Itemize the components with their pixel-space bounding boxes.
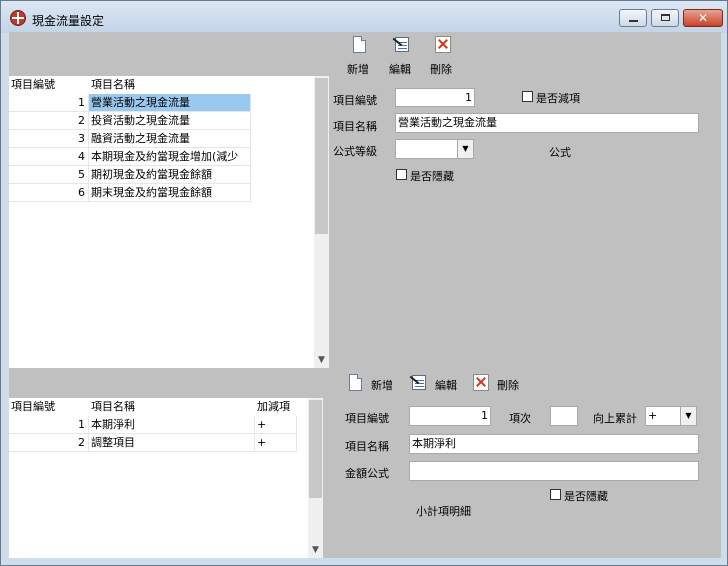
cell-no: 3 [9,130,89,148]
scroll-thumb[interactable] [315,78,328,234]
top-hidden-checkbox[interactable] [396,169,407,180]
top-delete-button[interactable]: 刪除 [427,34,457,76]
bottom-toolbar: 新增 編輯 刪除 [9,369,721,397]
client-area: 新增 編輯 刪除 項目編號 項目名稱 1 營業活動之現金流量 2 投資活動之現金… [9,32,721,558]
cell-name: 本期現金及約當現金增加(減少 [89,148,251,166]
top-subtract-label: 是否減項 [536,92,580,105]
bottom-grid-header-sign[interactable]: 加減項 [255,398,297,415]
amount-formula-label: 金額公式 [345,467,389,480]
cell-name: 營業活動之現金流量 [89,94,251,112]
bottom-delete-label: 刪除 [497,379,519,392]
window-title: 現金流量設定 [32,14,105,28]
delete-icon [435,36,451,53]
bottom-edit-label: 編輯 [435,379,457,392]
top-add-label: 新增 [347,63,369,76]
bottom-grid-header-name[interactable]: 項目名稱 [89,398,255,415]
bottom-detail-grid[interactable]: 項目編號 項目名稱 加減項 1 本期淨利 + 2 調整項目 + ▼ [9,398,323,558]
top-add-button[interactable]: 新增 [345,34,375,76]
minimize-icon [629,20,638,22]
cell-no: 4 [9,148,89,166]
cell-sign: + [255,416,297,434]
app-icon [10,10,26,26]
cell-name: 融資活動之現金流量 [89,130,251,148]
bottom-edit-button[interactable]: 編輯 [407,372,463,394]
delete-icon [473,374,489,391]
cell-sign: + [255,434,297,452]
maximize-icon [661,14,670,21]
cell-name: 本期淨利 [89,416,255,434]
bottom-hidden-checkbox[interactable] [550,489,561,500]
top-grid-scrollbar[interactable]: ▼ [314,76,329,368]
top-grid-header-name[interactable]: 項目名稱 [89,76,249,93]
cell-no: 1 [9,416,89,434]
formula-label: 公式 [549,146,571,159]
title-bar: 現金流量設定 ✕ [1,1,727,33]
close-icon: ✕ [697,11,709,25]
cumulative-value: + [648,409,658,422]
cell-name: 投資活動之現金流量 [89,112,251,130]
chevron-down-icon[interactable]: ▼ [457,140,473,158]
top-item-name-field[interactable]: 營業活動之現金流量 [395,113,699,133]
bottom-item-no-label: 項目編號 [345,412,389,425]
cumulative-label: 向上累計 [593,412,637,425]
cash-flow-settings-window: 現金流量設定 ✕ 新增 編輯 刪除 項目編號 項目名稱 1 營業活動之現金流量 … [0,0,728,566]
scroll-thumb[interactable] [309,400,322,498]
bottom-grid-header-no[interactable]: 項目編號 [9,398,89,415]
top-grid-header-no[interactable]: 項目編號 [9,76,89,93]
top-subtract-checkbox[interactable] [522,91,533,102]
cell-no: 2 [9,112,89,130]
maximize-button[interactable] [651,9,679,27]
close-button[interactable]: ✕ [683,9,723,27]
order-field[interactable] [550,406,578,426]
cell-no: 2 [9,434,89,452]
bottom-delete-button[interactable]: 刪除 [471,372,527,394]
cell-no: 1 [9,94,89,112]
top-edit-button[interactable]: 編輯 [386,34,416,76]
bottom-hidden-label: 是否隱藏 [564,490,608,503]
cell-name: 調整項目 [89,434,255,452]
new-document-icon [349,374,362,391]
cell-no: 6 [9,184,89,202]
bottom-add-label: 新增 [371,379,393,392]
top-hidden-label: 是否隱藏 [410,170,454,183]
order-label: 項次 [509,412,531,425]
formula-level-select[interactable]: ▼ [395,139,474,159]
bottom-item-no-field[interactable]: 1 [409,406,491,426]
edit-icon [392,35,410,53]
top-edit-label: 編輯 [389,63,411,76]
top-item-no-field[interactable]: 1 [395,88,475,107]
top-item-name-label: 項目名稱 [333,120,377,133]
edit-icon [409,373,427,391]
top-delete-label: 刪除 [430,63,452,76]
chevron-down-icon[interactable]: ▼ [680,407,696,425]
bottom-item-name-label: 項目名稱 [345,440,389,453]
cell-name: 期末現金及約當現金餘額 [89,184,251,202]
top-item-grid[interactable]: 項目編號 項目名稱 1 營業活動之現金流量 2 投資活動之現金流量 3 融資活動… [9,76,329,368]
bottom-item-name-field[interactable]: 本期淨利 [409,434,699,454]
top-toolbar: 新增 編輯 刪除 [9,32,721,76]
top-item-no-label: 項目編號 [333,94,377,107]
cell-no: 5 [9,166,89,184]
bottom-grid-scrollbar[interactable]: ▼ [308,398,323,558]
minimize-button[interactable] [619,9,647,27]
scroll-down-icon[interactable]: ▼ [308,543,323,557]
subtotal-detail-label: 小計項明細 [416,505,471,518]
amount-formula-field[interactable] [409,461,699,481]
cumulative-select[interactable]: + ▼ [645,406,697,426]
scroll-down-icon[interactable]: ▼ [314,353,329,367]
bottom-add-button[interactable]: 新增 [347,372,399,394]
new-document-icon [353,36,366,53]
formula-level-label: 公式等級 [333,145,377,158]
cell-name: 期初現金及約當現金餘額 [89,166,251,184]
